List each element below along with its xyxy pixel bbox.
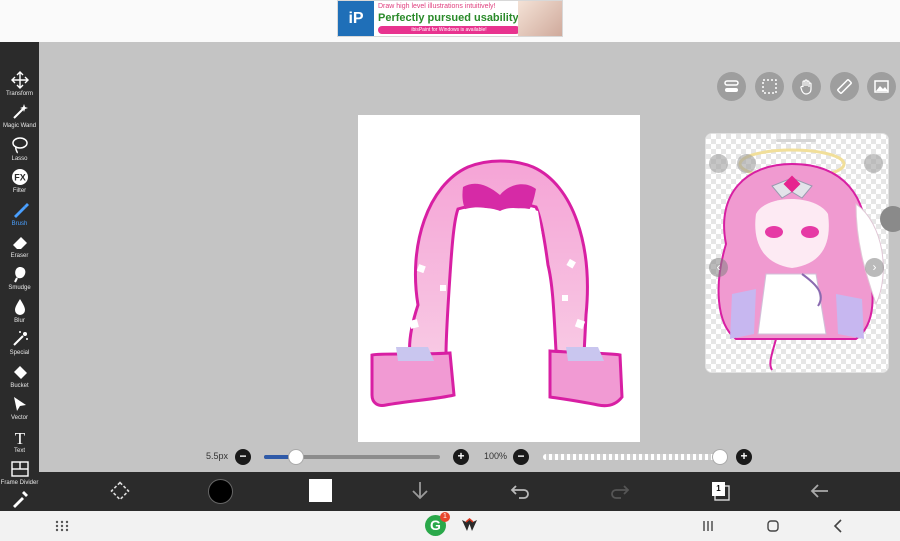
reference-drag-handle[interactable] [776,139,816,142]
tool-label: Transform [5,91,34,97]
redo-icon[interactable] [607,478,633,504]
tool-brush[interactable]: Brush [0,199,39,231]
brush-size-decrease-button[interactable]: − [235,449,251,465]
tool-lasso[interactable]: Lasso [0,134,39,166]
toggle-layer-icon[interactable] [717,72,746,101]
recents-icon[interactable] [698,516,718,536]
tool-label: Eraser [10,253,29,259]
ad-character-image [518,1,562,36]
layer-count-badge: 1 [712,482,725,496]
vector-arrow-icon [0,395,39,414]
tool-magic-wand[interactable]: Magic Wand [0,101,39,133]
opacity-value: 100% [484,451,508,461]
opacity-decrease-button[interactable]: − [513,449,529,465]
tool-label: Magic Wand [2,123,37,129]
frame-divider-icon [0,460,39,479]
hand-icon[interactable] [792,72,821,101]
tool-text[interactable]: T Text [0,426,39,458]
reference-image [706,134,888,372]
reference-settings-icon[interactable] [737,154,756,173]
blur-drop-icon [0,298,39,317]
tool-frame-divider[interactable]: Frame Divider [0,458,39,490]
tool-blur[interactable]: Blur [0,296,39,328]
opacity-thumb[interactable] [712,449,728,465]
ad-tagline: Draw high level illustrations intuitivel… [378,3,496,10]
app-drawer-icon[interactable] [52,516,72,536]
home-icon[interactable] [763,516,783,536]
ad-headline: Perfectly pursued usability! [378,12,523,24]
undo-icon[interactable] [507,478,533,504]
svg-text:FX: FX [14,173,26,183]
ibispaint-logo: iP [338,1,374,36]
tool-label: Blur [14,318,25,324]
opacity-increase-button[interactable]: + [736,449,752,465]
reference-window[interactable] [705,133,889,373]
tool-label: Text [13,448,25,454]
tool-label: Vector [10,415,28,421]
eraser-icon [0,233,39,252]
tool-filter[interactable]: FX Filter [0,166,39,198]
bucket-icon [0,363,39,382]
tool-label: Filter [12,188,27,194]
svg-text:T: T [14,429,25,446]
layer-preview-button[interactable] [309,479,332,502]
reference-pin-icon[interactable] [709,154,728,173]
special-icon [0,330,39,349]
tool-label: Special [9,350,30,356]
brush-size-increase-button[interactable]: + [453,449,469,465]
reference-prev-button[interactable]: ‹ [709,258,728,277]
tool-bucket[interactable]: Bucket [0,361,39,393]
tool-special[interactable]: Special [0,328,39,360]
eyedropper-icon [0,490,39,509]
side-panel-knob[interactable] [880,206,900,232]
magic-wand-icon [0,103,39,122]
tool-eraser[interactable]: Eraser [0,231,39,263]
hair-drawing [370,159,624,408]
bottom-toolbar [39,472,900,511]
tool-label: Lasso [11,156,28,162]
tool-label: Frame Divider [0,480,39,486]
brush-size-thumb[interactable] [287,449,304,465]
tool-transform[interactable]: Transform [0,69,39,101]
ad-subline: ibisPaint for Windows is available! [378,26,520,34]
tool-label: Bucket [10,383,29,389]
reference-close-icon[interactable] [864,154,883,173]
color-picker-button[interactable] [208,479,233,504]
drawing-canvas[interactable] [358,115,640,442]
recent-app-icon[interactable] [459,515,480,536]
fx-icon: FX [0,168,39,187]
brush-size-value: 5.5px [206,451,229,461]
back-arrow-icon[interactable] [807,478,833,504]
tool-smudge[interactable]: Smudge [0,263,39,295]
tool-vector[interactable]: Vector [0,393,39,425]
opacity-track[interactable] [543,454,720,460]
ruler-icon[interactable] [830,72,859,101]
notification-badge: 1 [440,512,450,522]
ibispaint-window: iP Draw high level illustrations intuiti… [0,0,900,541]
ad-banner[interactable]: iP Draw high level illustrations intuiti… [337,0,563,37]
reference-image-icon[interactable] [867,72,896,101]
tool-label: Brush [11,221,28,227]
selection-icon[interactable] [755,72,784,101]
brush-icon [0,201,39,220]
download-icon[interactable] [407,478,433,504]
move-icon [0,71,39,90]
reference-next-button[interactable]: › [865,258,884,277]
canvas-rotate-icon[interactable] [107,478,133,504]
tool-label: Smudge [8,285,31,291]
text-icon: T [0,428,39,448]
back-icon[interactable] [828,516,848,536]
lasso-icon [0,136,39,155]
smudge-icon [0,265,39,284]
